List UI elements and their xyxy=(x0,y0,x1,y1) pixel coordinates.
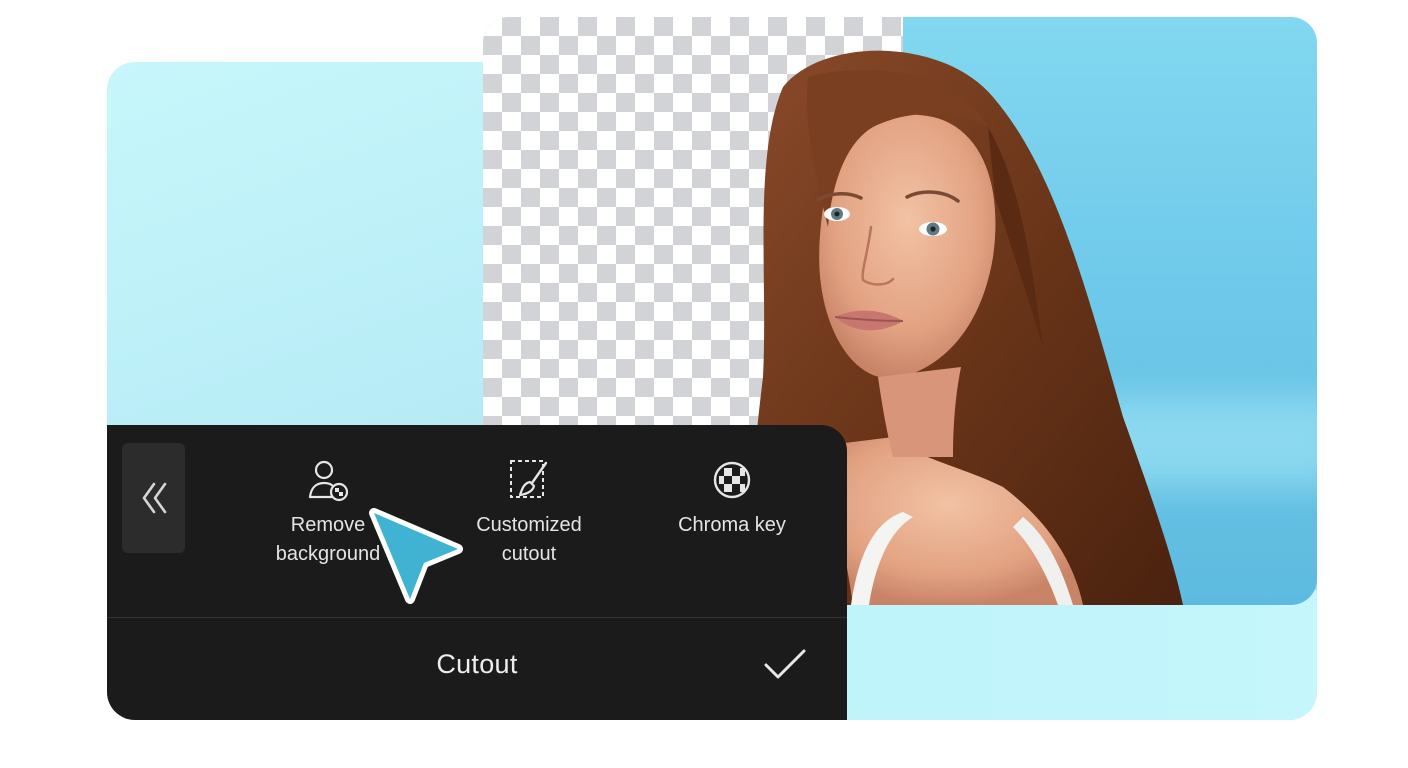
customized-cutout-tool[interactable]: Customized cutout xyxy=(444,457,614,569)
confirm-button[interactable] xyxy=(762,647,808,683)
cursor-arrow-icon xyxy=(369,508,463,604)
brush-selection-icon xyxy=(510,460,548,498)
panel-divider xyxy=(107,617,847,618)
panel-title: Cutout xyxy=(436,649,518,679)
double-chevron-left-icon xyxy=(142,482,166,514)
chroma-key-tool[interactable]: Chroma key xyxy=(647,457,817,540)
remove-background-icon xyxy=(308,460,349,502)
chroma-key-label: Chroma key xyxy=(678,514,786,536)
customized-cutout-label: Customized cutout xyxy=(476,514,582,565)
checkmark-icon xyxy=(764,649,806,679)
chroma-key-icon xyxy=(713,461,751,499)
background-light-band xyxy=(847,590,1317,720)
cutout-tool-panel: Remove background Customized cutout Chro xyxy=(107,425,847,720)
collapse-button[interactable] xyxy=(122,443,185,553)
